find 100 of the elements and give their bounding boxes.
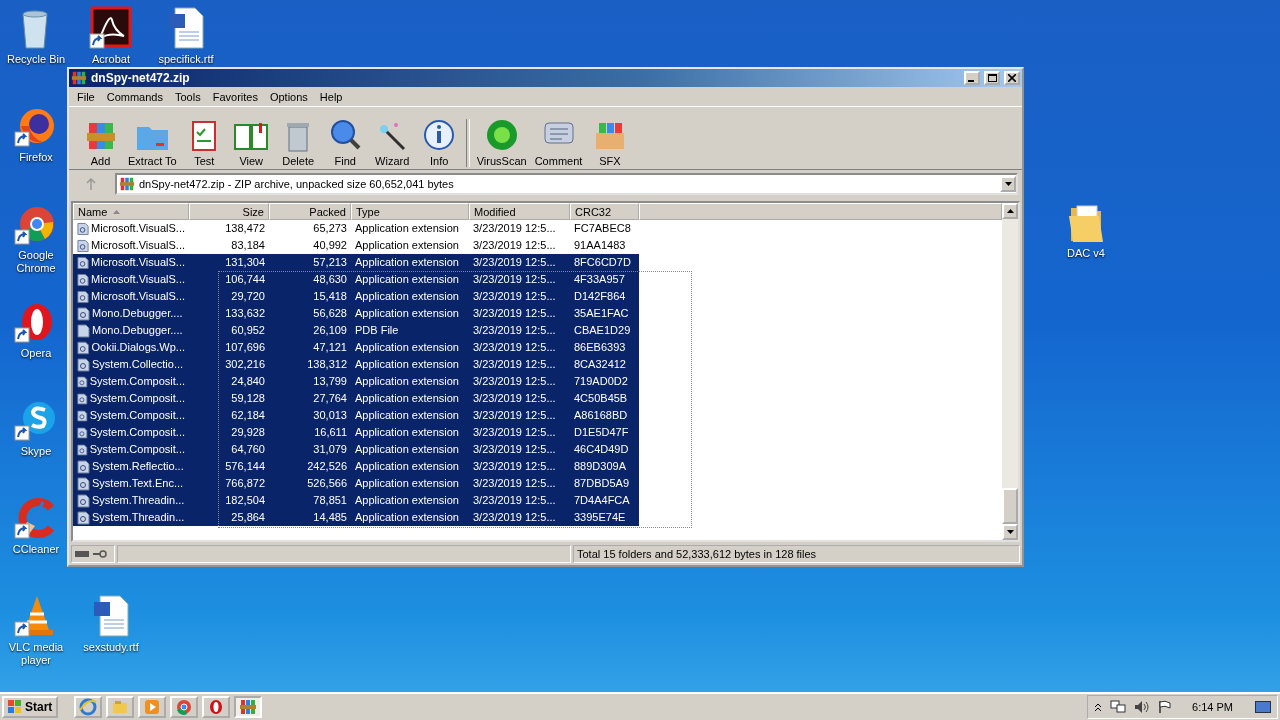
desktop-icon-label[interactable]: DAC v4 [1067,247,1105,260]
desktop-icon-label[interactable]: Recycle Bin [6,53,66,66]
toolbar-button[interactable]: VirusScan [472,117,531,167]
desktop-icon-label[interactable]: specifick.rtf [158,53,214,66]
table-cell: System.Composit... [73,390,189,407]
file-row[interactable]: System.Composit... 59,128 27,764 Application extension 3/23/2019 12:5... 4C50B45B [73,390,639,407]
table-cell-text: 7D4A4FCA [573,493,631,508]
table-cell-text: Application extension [354,306,460,321]
file-row[interactable]: System.Composit... 29,928 16,611 Application extension 3/23/2019 12:5... D1E5D47F [73,424,639,441]
table-cell-text: 56,628 [312,306,348,321]
maximize-button[interactable] [984,71,1000,85]
column-header[interactable]: CRC32 [570,203,639,220]
table-cell-text: D142F864 [573,289,627,304]
table-cell-text: 8FC6CD7D [573,255,632,270]
address-field[interactable]: dnSpy-net472.zip - ZIP archive, unpacked size 60,652,041 bytes [115,173,1018,195]
toolbar-button[interactable]: Comment [530,117,587,167]
taskbar-button[interactable] [202,696,231,718]
table-cell-text: 59,128 [230,391,266,406]
menu-item[interactable]: Help [313,90,349,104]
file-row[interactable]: System.Threadin... 25,864 14,485 Application extension 3/23/2019 12:5... 3395E74E [73,509,639,526]
file-row[interactable]: Mono.Debugger.... 60,952 26,109 PDB File 3/23/2019 12:5... CBAE1D29 [73,322,639,339]
table-cell-text: 65,273 [312,221,348,236]
toolbar-button[interactable]: Find [321,117,369,167]
desktop-icon-label[interactable]: Skype [20,445,52,458]
file-row[interactable]: System.Composit... 24,840 13,799 Application extension 3/23/2019 12:5... 719AD0D2 [73,373,639,390]
table-cell-text: 3/23/2019 12:5... [472,289,557,304]
show-desktop-icon[interactable] [1255,701,1271,713]
table-cell-text: 138,472 [224,221,266,236]
column-header[interactable]: Type [351,203,469,220]
start-button[interactable]: Start [2,696,59,718]
table-cell-text: 30,013 [312,408,348,423]
minimize-button[interactable] [964,71,980,85]
table-cell: System.Composit... [73,424,189,441]
toolbar-button[interactable]: Wizard [368,117,416,167]
scrollbar[interactable] [1002,203,1018,540]
menu-item[interactable]: File [71,90,101,104]
desktop-icon-label[interactable]: CCleaner [12,543,60,556]
table-cell: System.Threadin... [73,492,189,509]
taskbar-button[interactable] [170,696,199,718]
table-cell-text: 27,764 [312,391,348,406]
table-cell-text: 3/23/2019 12:5... [472,391,557,406]
column-header[interactable]: Name [73,203,189,220]
desktop-icon-label[interactable]: Opera [20,347,52,360]
table-cell-text: 13,799 [312,374,348,389]
status-text: Total 15 folders and 52,333,612 bytes in 128 files [577,548,817,560]
toolbar-button[interactable]: Extract To [124,117,181,167]
toolbar-button[interactable]: SFX [586,117,634,167]
file-row[interactable]: Microsoft.VisualS... 106,744 48,630 Application extension 3/23/2019 12:5... 4F33A957 [73,271,639,288]
menu-item[interactable]: Options [263,90,314,104]
file-row[interactable]: System.Reflectio... 576,144 242,526 Application extension 3/23/2019 12:5... 889D309A [73,458,639,475]
table-cell-text: 29,928 [230,425,266,440]
toolbar-button[interactable]: Delete [274,117,322,167]
column-header[interactable]: Packed [269,203,351,220]
column-header[interactable]: Modified [469,203,570,220]
file-row[interactable]: System.Text.Enc... 766,872 526,566 Application extension 3/23/2019 12:5... 87DBD5A9 [73,475,639,492]
table-cell-text: 16,611 [313,425,348,440]
network-icon[interactable] [1110,700,1127,714]
table-cell: Mono.Debugger.... [73,305,189,322]
file-row[interactable]: System.Composit... 64,760 31,079 Application extension 3/23/2019 12:5... 46C4D49D [73,441,639,458]
table-cell: System.Composit... [73,441,189,458]
file-row[interactable]: Microsoft.VisualS... 131,304 57,213 Application extension 3/23/2019 12:5... 8FC6CD7D [73,254,639,271]
table-cell-text: 131,304 [224,255,266,270]
close-button[interactable] [1004,71,1020,85]
toolbar-button[interactable]: Test [180,117,228,167]
table-cell-text: 25,864 [230,510,266,525]
table-cell-text: 3/23/2019 12:5... [472,476,557,491]
table-cell-text: 64,760 [230,442,266,457]
file-row[interactable]: System.Composit... 62,184 30,013 Application extension 3/23/2019 12:5... A86168BD [73,407,639,424]
dropdown-button[interactable] [1000,176,1016,192]
file-row[interactable]: System.Threadin... 182,504 78,851 Application extension 3/23/2019 12:5... 7D4A4FCA [73,492,639,509]
toolbar-button[interactable]: Info [415,117,463,167]
desktop-icon-label[interactable]: Firefox [19,151,53,164]
file-row[interactable]: System.Collectio... 302,216 138,312 Application extension 3/23/2019 12:5... 8CA32412 [73,356,639,373]
taskbar-button[interactable] [74,696,103,718]
close-icon [1008,74,1016,82]
scroll-thumb[interactable] [1002,488,1018,524]
table-cell-text: 133,632 [224,306,266,321]
table-cell: Microsoft.VisualS... [73,237,189,254]
table-cell-text: Application extension [354,510,460,525]
chevron-icon[interactable] [1094,702,1103,712]
menu-item[interactable]: Tools [169,90,207,104]
menu-item[interactable]: Commands [100,90,169,104]
column-header[interactable]: Size [189,203,269,220]
flag-icon[interactable] [1158,700,1173,714]
speaker-icon[interactable] [1134,700,1151,714]
table-cell-text: 60,952 [230,323,266,338]
taskbar-button[interactable] [234,696,263,718]
toolbar-button[interactable]: View [227,117,275,167]
desktop-icon-label[interactable]: Acrobat [92,53,130,66]
table-cell-text: Application extension [354,459,460,474]
table-cell-text: 3/23/2019 12:5... [472,272,557,287]
toolbar-button[interactable]: Add [77,117,124,167]
clock[interactable]: 6:14 PM [1192,701,1233,713]
file-row[interactable]: Microsoft.VisualS... 29,720 15,418 Application extension 3/23/2019 12:5... D142F864 [73,288,639,305]
desktop-icon-label[interactable]: Google Chrome [3,249,69,275]
menu-item[interactable]: Favorites [206,90,264,104]
file-row[interactable]: Mono.Debugger.... 133,632 56,628 Application extension 3/23/2019 12:5... 35AE1FAC [73,305,639,322]
table-cell: System.Collectio... [73,356,189,373]
table-cell: System.Reflectio... [73,458,189,475]
file-row[interactable]: Ookii.Dialogs.Wp... 107,696 47,121 Application extension 3/23/2019 12:5... 86EB6393 [73,339,639,356]
